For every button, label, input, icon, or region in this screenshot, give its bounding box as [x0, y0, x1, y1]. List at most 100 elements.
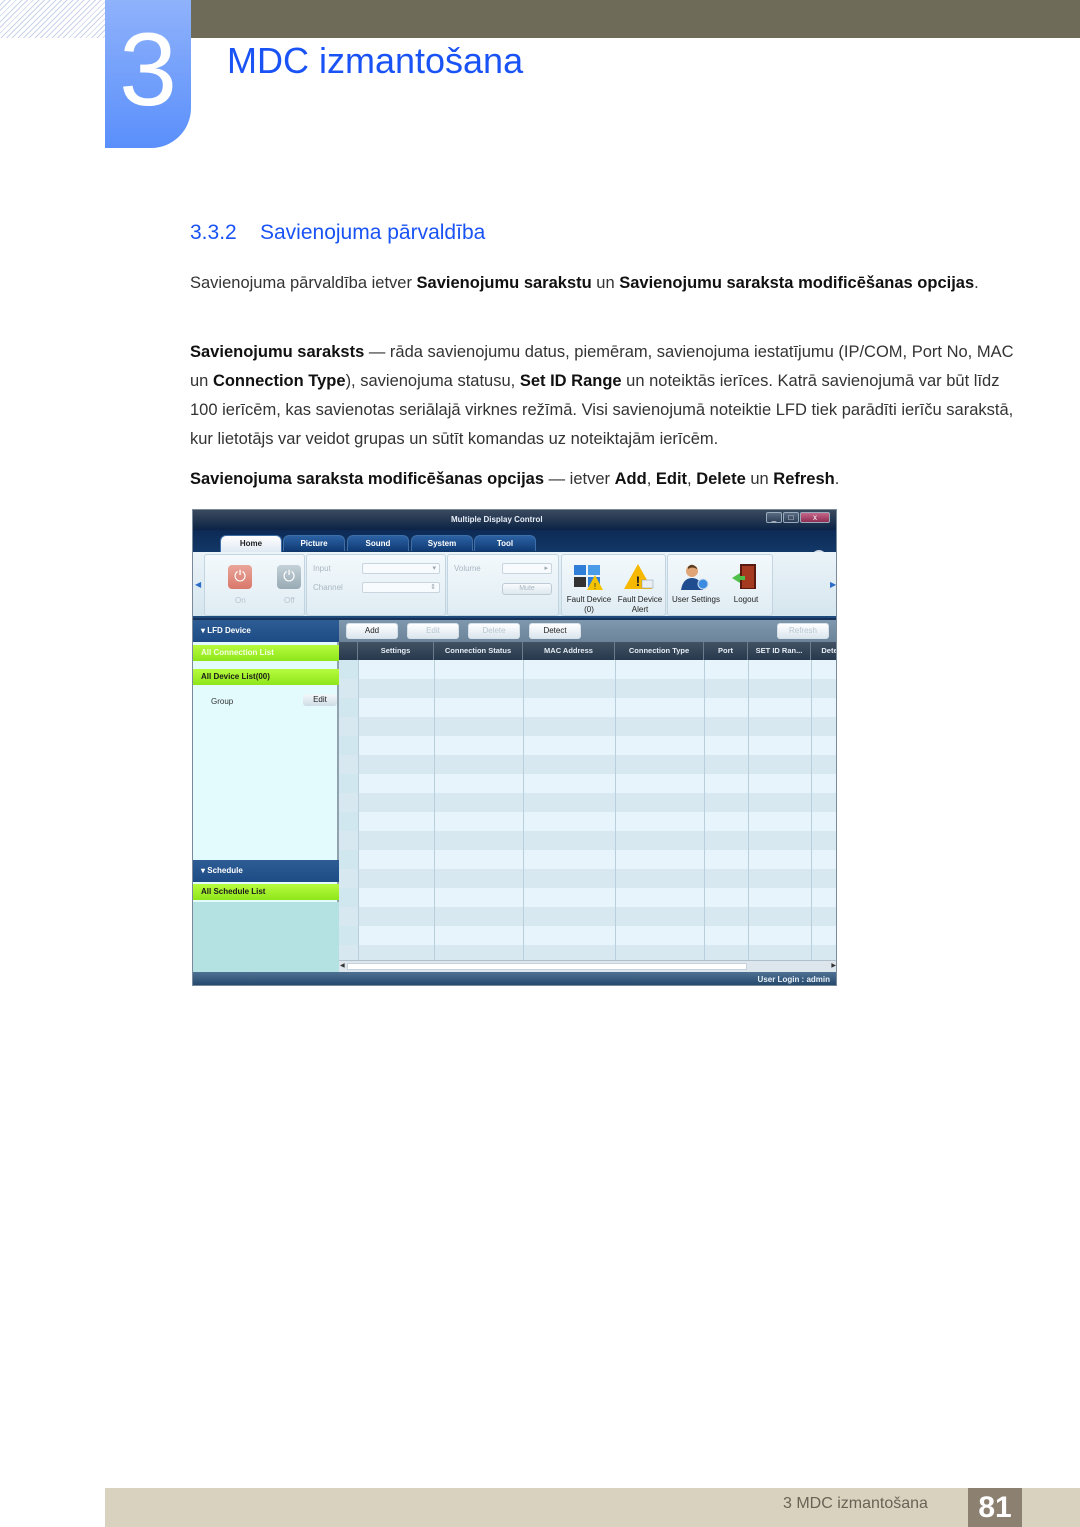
bold-term: Savienojumu sarakstu: [416, 274, 592, 292]
column-divider: [748, 660, 749, 960]
section-number: 3.3.2: [190, 221, 237, 244]
delete-button[interactable]: Delete: [468, 623, 520, 639]
table-row[interactable]: [339, 660, 836, 679]
all-device-list-item[interactable]: All Device List(00): [193, 669, 339, 685]
detect-button[interactable]: Detect: [529, 623, 581, 639]
column-header[interactable]: Settings: [358, 642, 434, 660]
table-row[interactable]: [339, 812, 836, 831]
text: Savienojuma pārvaldība ietver: [190, 274, 417, 292]
mute-button[interactable]: Mute: [502, 583, 552, 595]
scroll-right-arrow-icon[interactable]: ▶: [831, 962, 836, 969]
fault-alert-icon[interactable]: !: [624, 563, 654, 591]
svg-text:!: !: [636, 573, 641, 589]
text: ,: [646, 470, 656, 488]
fault-alert-label: Fault Device Alert: [615, 595, 665, 615]
bold-term: Delete: [696, 470, 746, 488]
input-label: Input: [313, 564, 331, 573]
column-divider: [358, 660, 359, 960]
bold-term: Edit: [655, 470, 688, 488]
bold-term: Add: [614, 470, 647, 488]
edit-button[interactable]: Edit: [407, 623, 459, 639]
minimize-button[interactable]: _: [766, 512, 782, 523]
column-divider: [434, 660, 435, 960]
title-bar: Multiple Display Control _ □ x: [193, 510, 836, 530]
column-header[interactable]: Connection Type: [615, 642, 704, 660]
table-row[interactable]: [339, 869, 836, 888]
column-divider: [615, 660, 616, 960]
svg-text:!: !: [594, 582, 596, 591]
fault-alert-text-2: Alert: [631, 605, 649, 614]
table-row[interactable]: [339, 831, 836, 850]
group-edit-button[interactable]: Edit: [303, 694, 337, 706]
user-settings-icon[interactable]: [680, 563, 710, 591]
power-off-icon[interactable]: ⏻: [277, 565, 301, 589]
bold-term: Savienojumu saraksts: [190, 343, 365, 361]
column-header[interactable]: MAC Address: [523, 642, 615, 660]
tab-home[interactable]: Home: [220, 535, 282, 552]
select-all-header[interactable]: [339, 642, 358, 660]
column-header[interactable]: Port: [704, 642, 748, 660]
tab-sound[interactable]: Sound: [347, 535, 409, 551]
all-schedule-list-item[interactable]: All Schedule List: [193, 884, 339, 900]
horizontal-scrollbar[interactable]: ◀ ▶: [339, 960, 836, 972]
volume-label: Volume: [454, 564, 481, 573]
intro-paragraph: Savienojuma pārvaldība ietver Savienojum…: [190, 269, 1020, 298]
table-row[interactable]: [339, 774, 836, 793]
user-group: User Settings Logout: [667, 554, 773, 616]
volume-slider[interactable]: ▸: [502, 563, 552, 574]
scroll-right-icon[interactable]: ▶: [830, 580, 836, 589]
table-row[interactable]: [339, 926, 836, 945]
schedule-header[interactable]: ▾ Schedule: [193, 860, 339, 882]
tab-system[interactable]: System: [411, 535, 473, 551]
chapter-title: MDC izmantošana: [227, 40, 524, 81]
section-title: Savienojuma pārvaldība: [260, 221, 486, 244]
power-on-icon[interactable]: ⏻: [228, 565, 252, 589]
maximize-button[interactable]: □: [783, 512, 799, 523]
logout-icon[interactable]: [731, 563, 761, 591]
tab-picture[interactable]: Picture: [283, 535, 345, 551]
text: un: [591, 274, 620, 292]
column-divider: [704, 660, 705, 960]
scroll-left-arrow-icon[interactable]: ◀: [340, 962, 345, 969]
user-login-status: User Login : admin: [757, 975, 830, 984]
add-button[interactable]: Add: [346, 623, 398, 639]
status-bar: User Login : admin: [193, 972, 836, 985]
column-header[interactable]: Connection Status: [434, 642, 523, 660]
connection-grid: Settings Connection Status MAC Address Conn…: [339, 642, 836, 960]
table-row[interactable]: [339, 698, 836, 717]
user-settings-label: User Settings: [671, 595, 721, 604]
table-row[interactable]: [339, 679, 836, 698]
table-row[interactable]: [339, 907, 836, 926]
refresh-button[interactable]: Refresh: [777, 623, 829, 639]
section-heading: 3.3.2 Savienojuma pārvaldība: [190, 221, 485, 245]
text: ), savienojuma statusu,: [345, 372, 520, 390]
tab-tool[interactable]: Tool: [474, 535, 536, 551]
all-connection-list-item[interactable]: All Connection List: [193, 645, 339, 661]
fault-group: ! Fault Device (0) ! Fault Device Alert: [561, 554, 666, 616]
table-row[interactable]: [339, 717, 836, 736]
scrollbar-thumb[interactable]: [347, 963, 747, 970]
bold-term: Connection Type: [212, 372, 346, 390]
table-row[interactable]: [339, 850, 836, 869]
fault-device-count: (0): [584, 605, 594, 614]
close-button[interactable]: x: [800, 512, 830, 523]
scroll-left-icon[interactable]: ◀: [195, 580, 201, 589]
chapter-number: 3: [119, 12, 177, 128]
fault-device-icon[interactable]: !: [573, 563, 603, 591]
table-row[interactable]: [339, 945, 836, 960]
input-select[interactable]: ▾: [362, 563, 440, 574]
channel-spinner[interactable]: ⇕: [362, 582, 440, 593]
table-row[interactable]: [339, 736, 836, 755]
table-row[interactable]: [339, 793, 836, 812]
bold-term: Set ID Range: [519, 372, 622, 390]
table-row[interactable]: [339, 888, 836, 907]
column-header[interactable]: SET ID Ran...: [748, 642, 811, 660]
lfd-device-header[interactable]: ▾ LFD Device: [193, 620, 339, 642]
bold-term: Refresh: [773, 470, 835, 488]
power-group: ⏻ ⏻ On Off: [204, 554, 305, 616]
table-row[interactable]: [339, 755, 836, 774]
schedule-list-area: [193, 902, 339, 972]
column-header[interactable]: Dete: [811, 642, 836, 660]
chapter-badge: 3: [105, 0, 191, 148]
left-panel: ▾ LFD Device All Connection List All Dev…: [193, 620, 339, 972]
